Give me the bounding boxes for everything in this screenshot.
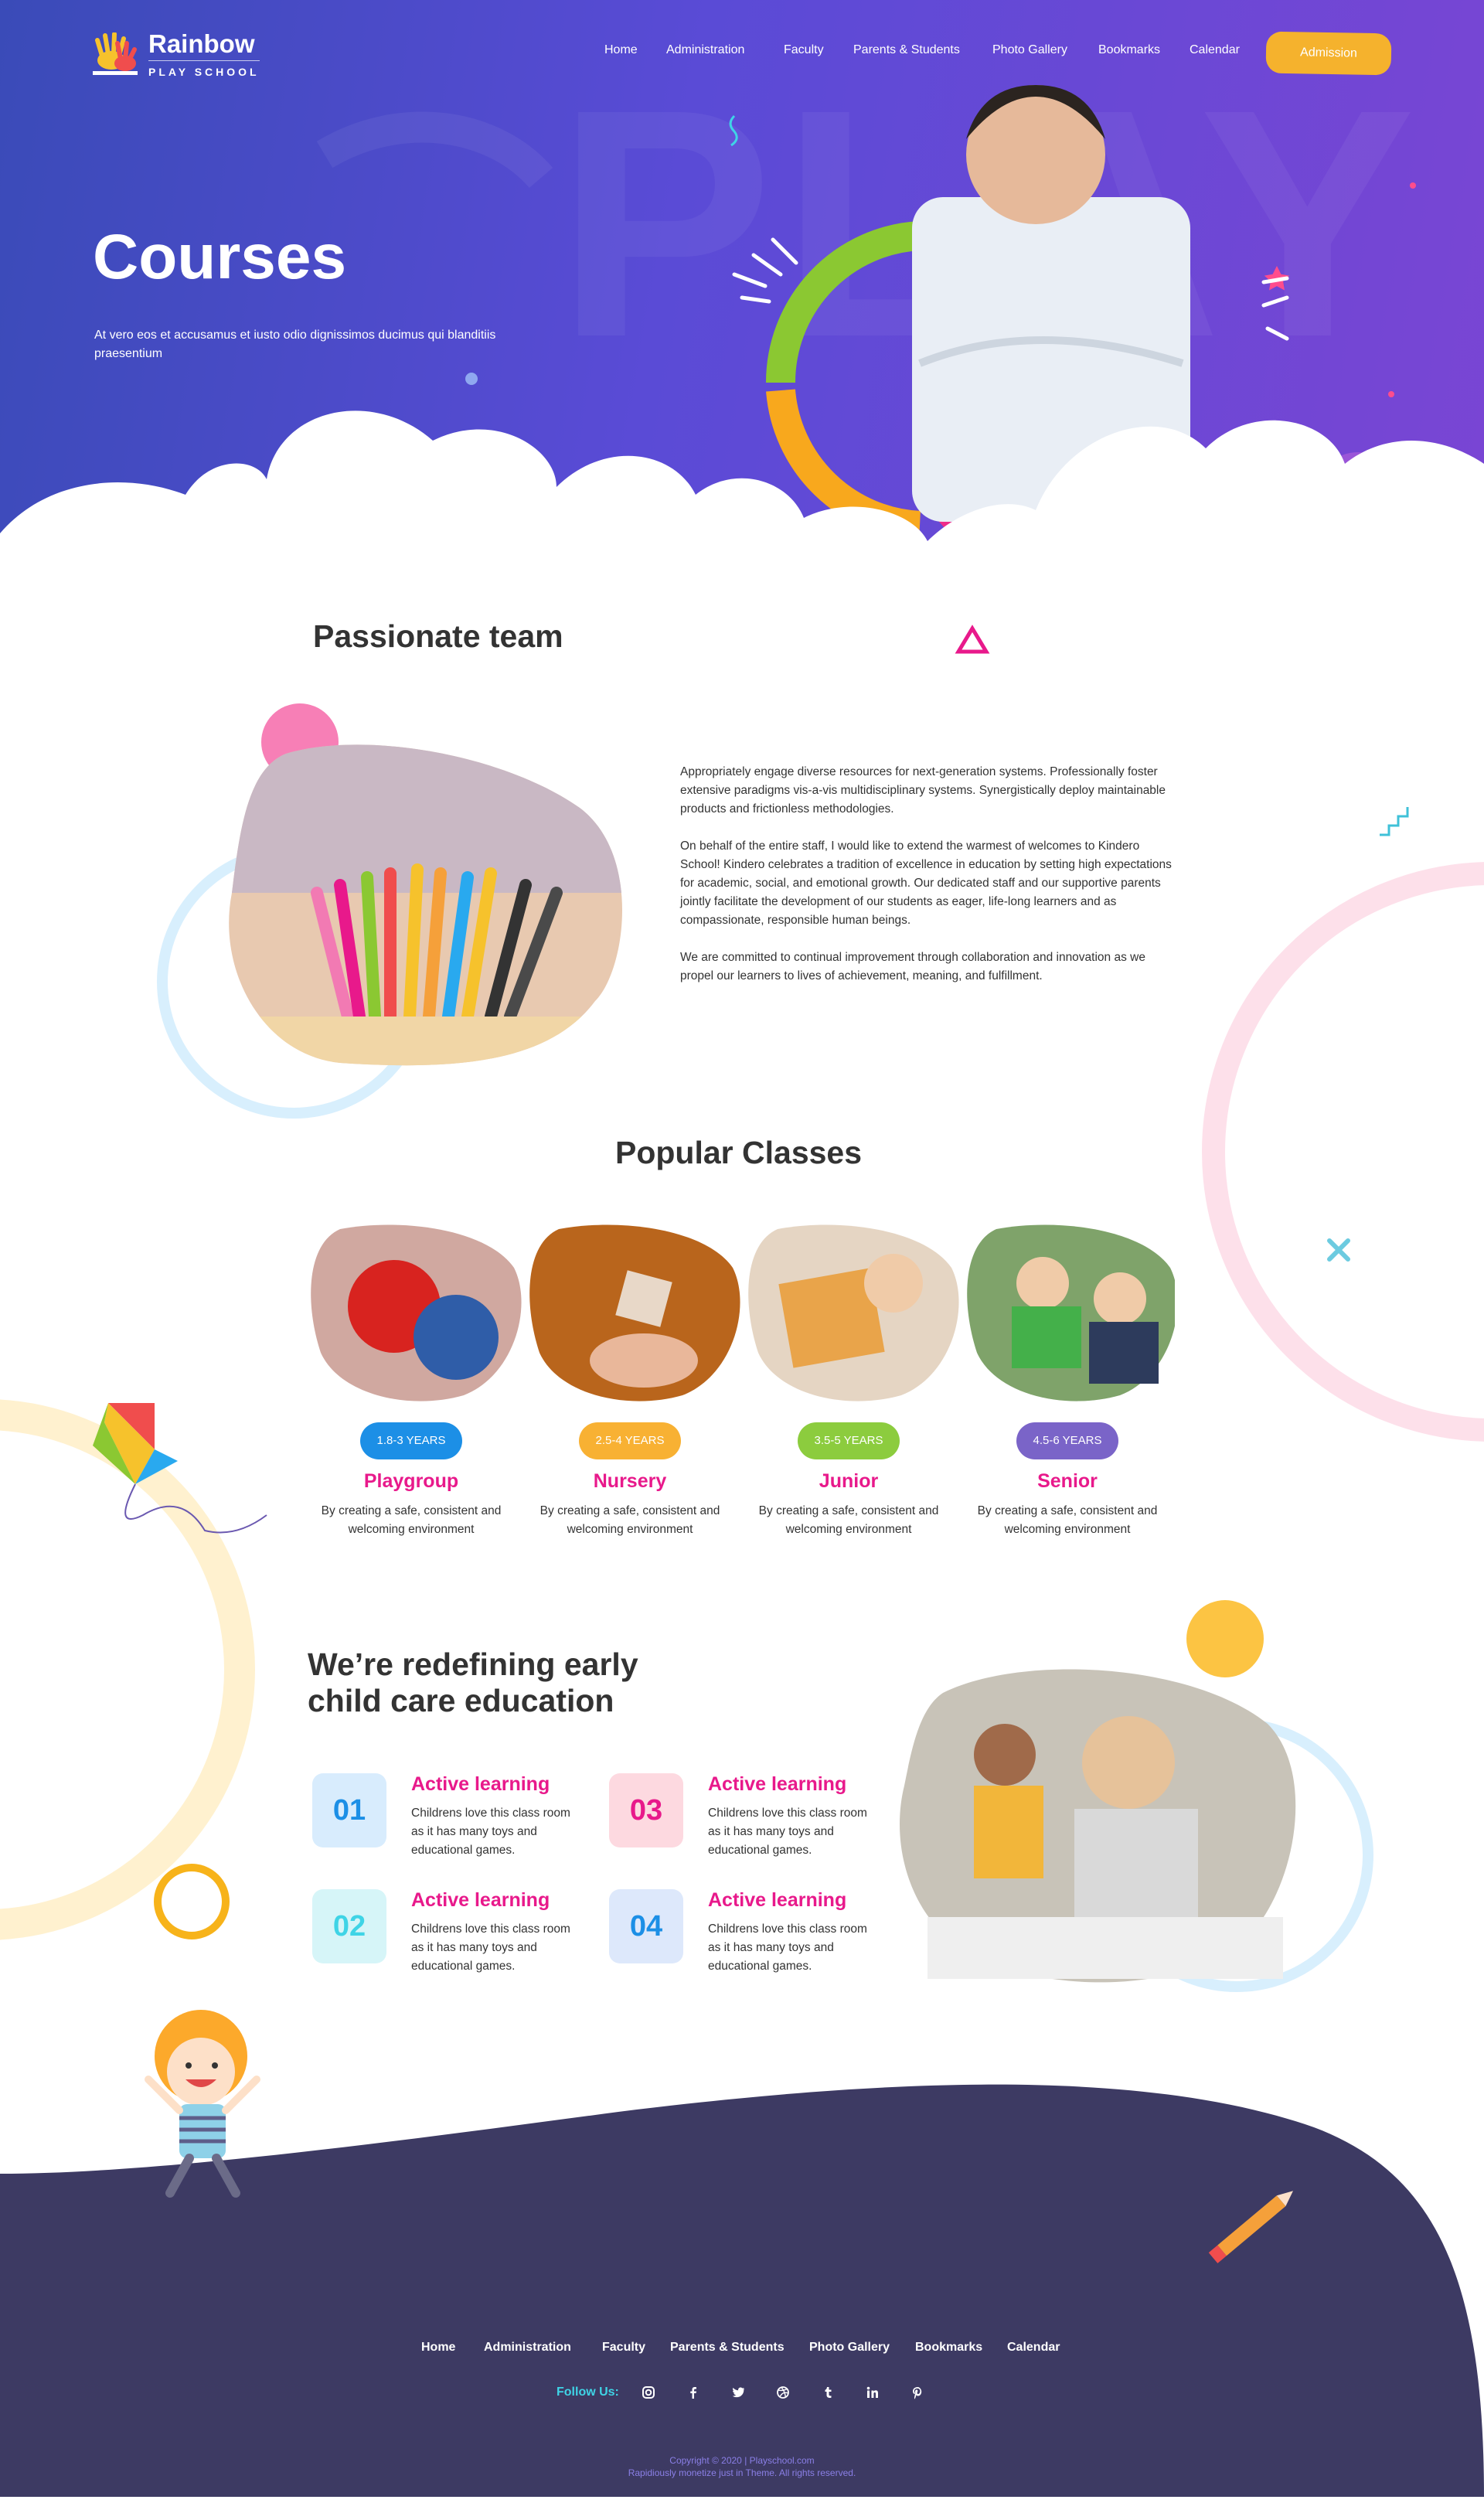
class-photo-nursery bbox=[529, 1224, 740, 1401]
dribbble-icon[interactable] bbox=[771, 2381, 795, 2404]
class-photos bbox=[311, 1224, 1175, 1401]
nav-bookmarks[interactable]: Bookmarks bbox=[1098, 43, 1160, 57]
feature-title: Active learning bbox=[411, 1889, 550, 1911]
nav-administration[interactable]: Administration bbox=[666, 43, 744, 57]
nav-faculty[interactable]: Faculty bbox=[784, 43, 824, 57]
feature-item-03: 03 Active learning Childrens love this c… bbox=[609, 1773, 887, 1866]
follow-us-label: Follow Us: bbox=[556, 2386, 619, 2399]
copyright-line-1: Copyright © 2020 | Playschool.com bbox=[669, 2455, 815, 2466]
footer-nav-faculty[interactable]: Faculty bbox=[602, 2341, 645, 2355]
page-title: Courses bbox=[93, 222, 347, 292]
classes-title: Popular Classes bbox=[615, 1135, 863, 1170]
age-badge: 1.8-3 YEARS bbox=[359, 1422, 463, 1459]
hero-description: At vero eos et accusamus et iusto odio d… bbox=[94, 329, 496, 360]
team-paragraph-1: Appropriately engage diverse resources f… bbox=[680, 765, 1166, 816]
feature-number: 03 bbox=[609, 1773, 683, 1847]
linkedin-icon[interactable] bbox=[861, 2381, 884, 2404]
footer-nav-calendar[interactable]: Calendar bbox=[1007, 2341, 1060, 2355]
class-name[interactable]: Junior bbox=[744, 1470, 953, 1493]
redefine-title: We’re redefining early child care educat… bbox=[308, 1647, 638, 1719]
nav-calendar[interactable]: Calendar bbox=[1190, 43, 1240, 57]
pinterest-icon[interactable] bbox=[906, 2381, 929, 2404]
class-name[interactable]: Playgroup bbox=[307, 1470, 516, 1493]
feature-title: Active learning bbox=[708, 1889, 847, 1911]
feature-number: 01 bbox=[312, 1773, 386, 1847]
twitter-icon[interactable] bbox=[727, 2381, 750, 2404]
feature-item-02: 02 Active learning Childrens love this c… bbox=[312, 1889, 591, 1982]
feature-number: 02 bbox=[312, 1889, 386, 1963]
class-name[interactable]: Nursery bbox=[526, 1470, 734, 1493]
feature-item-04: 04 Active learning Childrens love this c… bbox=[609, 1889, 887, 1982]
hero-decorations bbox=[0, 85, 1484, 587]
page: PLAY bbox=[0, 0, 1484, 2503]
redefine-title-line-2: child care education bbox=[308, 1683, 614, 1719]
tumblr-icon[interactable] bbox=[816, 2381, 839, 2404]
footer-nav-parents-students[interactable]: Parents & Students bbox=[670, 2341, 785, 2355]
feature-description: Childrens love this class room as it has… bbox=[708, 1807, 867, 1857]
feature-title: Active learning bbox=[708, 1773, 847, 1795]
footer-nav-administration[interactable]: Administration bbox=[484, 2341, 571, 2355]
instagram-icon[interactable] bbox=[637, 2381, 660, 2404]
class-card-nursery[interactable]: 2.5-4 YEARS Nursery By creating a safe, … bbox=[526, 1422, 734, 1539]
nav-photo-gallery[interactable]: Photo Gallery bbox=[992, 43, 1067, 57]
feature-description: Childrens love this class room as it has… bbox=[411, 1807, 570, 1857]
copyright-line-2: Rapidiously monetize just in Theme. All … bbox=[628, 2467, 856, 2478]
class-description: By creating a safe, consistent and welco… bbox=[977, 1504, 1158, 1536]
team-paragraph-3: We are committed to continual improvemen… bbox=[680, 951, 1145, 982]
team-paragraph-2: On behalf of the entire staff, I would l… bbox=[680, 839, 1172, 927]
feature-item-01: 01 Active learning Childrens love this c… bbox=[312, 1773, 591, 1866]
class-card-junior[interactable]: 3.5-5 YEARS Junior By creating a safe, c… bbox=[744, 1422, 953, 1539]
feature-number: 04 bbox=[609, 1889, 683, 1963]
footer-nav-photo-gallery[interactable]: Photo Gallery bbox=[809, 2341, 890, 2355]
main-nav: Home Administration Faculty Parents & St… bbox=[0, 43, 1484, 66]
feature-description: Childrens love this class room as it has… bbox=[411, 1922, 570, 1973]
class-photo-senior bbox=[967, 1224, 1175, 1401]
team-title: Passionate team bbox=[313, 618, 563, 654]
nav-home[interactable]: Home bbox=[604, 43, 638, 57]
feature-description: Childrens love this class room as it has… bbox=[708, 1922, 867, 1973]
redefine-title-line-1: We’re redefining early bbox=[308, 1647, 638, 1682]
admission-button[interactable]: Admission bbox=[1265, 31, 1392, 76]
class-description: By creating a safe, consistent and welco… bbox=[758, 1504, 939, 1536]
feature-title: Active learning bbox=[411, 1773, 550, 1795]
age-badge: 4.5-6 YEARS bbox=[1016, 1422, 1119, 1459]
hero-section: PLAY bbox=[0, 0, 1484, 587]
class-description: By creating a safe, consistent and welco… bbox=[321, 1504, 502, 1536]
facebook-icon[interactable] bbox=[682, 2381, 705, 2404]
class-photo-playgroup bbox=[311, 1224, 522, 1401]
age-badge: 2.5-4 YEARS bbox=[578, 1422, 682, 1459]
footer-nav-home[interactable]: Home bbox=[421, 2341, 455, 2355]
class-card-playgroup[interactable]: 1.8-3 YEARS Playgroup By creating a safe… bbox=[307, 1422, 516, 1539]
nav-parents-students[interactable]: Parents & Students bbox=[853, 43, 960, 57]
classroom-photo bbox=[900, 1669, 1296, 1983]
class-name[interactable]: Senior bbox=[963, 1470, 1172, 1493]
class-description: By creating a safe, consistent and welco… bbox=[539, 1504, 720, 1536]
footer-nav-bookmarks[interactable]: Bookmarks bbox=[915, 2341, 982, 2355]
class-card-senior[interactable]: 4.5-6 YEARS Senior By creating a safe, c… bbox=[963, 1422, 1172, 1539]
class-photo-junior bbox=[748, 1224, 959, 1401]
pencils-photo bbox=[229, 744, 622, 1066]
age-badge: 3.5-5 YEARS bbox=[797, 1422, 900, 1459]
